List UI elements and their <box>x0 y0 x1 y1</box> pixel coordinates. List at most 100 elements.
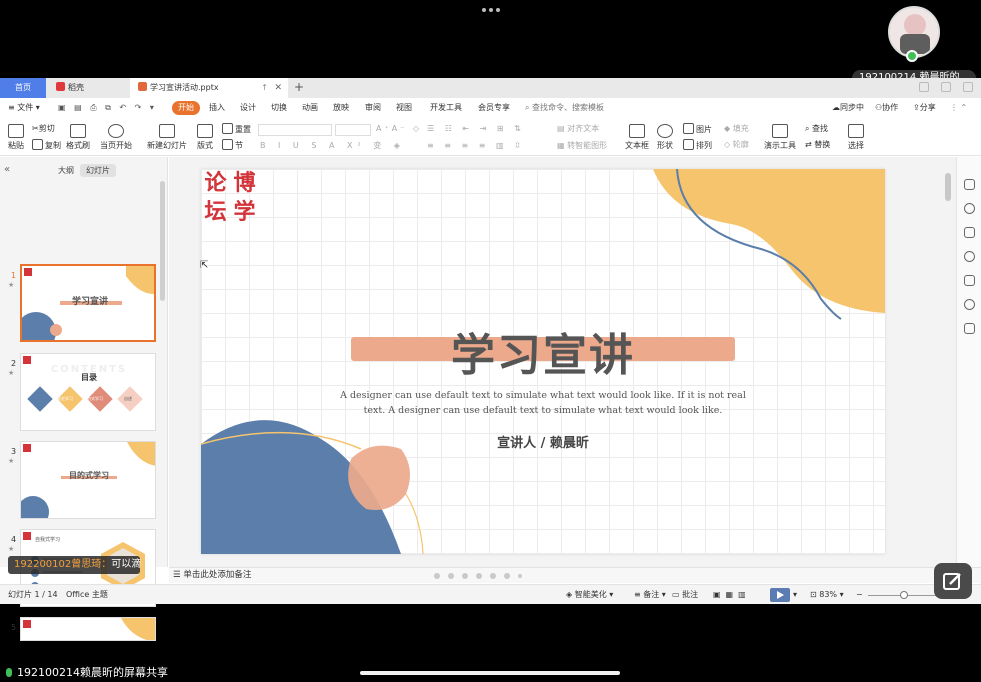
smart-graphic-button[interactable]: ▦ 转智能图形 <box>557 140 607 152</box>
zoom-control[interactable]: ⊡ 83% ▾ <box>810 589 844 601</box>
paste-button[interactable]: 粘贴 <box>8 124 24 152</box>
notes-toggle-button[interactable]: ≡ 备注 ▾ <box>634 589 666 601</box>
book-icon[interactable] <box>964 323 975 334</box>
share-button[interactable]: ⇪分享 <box>913 101 936 115</box>
tab-active-document[interactable]: 学习宣讲活动.pptx ↑ ✕ <box>130 78 288 98</box>
arrange-button[interactable]: 排列 <box>683 139 712 152</box>
menu-view[interactable]: 视图 <box>396 101 412 115</box>
collab-button[interactable]: ⚇协作 <box>875 101 898 115</box>
font-family-select[interactable] <box>258 124 332 136</box>
tab-home[interactable]: 首页 <box>0 78 46 98</box>
scissors-icon: ✂ <box>32 124 39 133</box>
mic-icon <box>6 668 12 677</box>
layout-button[interactable]: 版式 <box>197 124 213 152</box>
presentation-tools-button[interactable]: 演示工具 <box>764 124 796 152</box>
layout-icon <box>197 124 213 138</box>
slide-library-icon[interactable] <box>964 227 975 238</box>
play-circle-icon <box>108 124 124 138</box>
more-menu-icon[interactable]: ⋮ ⌃ <box>950 101 967 115</box>
slide-thumbnail-5[interactable] <box>20 617 156 641</box>
thumb-number: 2 <box>11 359 17 368</box>
format-painter-button[interactable]: 格式刷 <box>66 124 90 152</box>
slide-thumbnail-1[interactable]: 学习宣讲 <box>20 264 156 342</box>
font-size-adjust-icons[interactable]: A⁺A⁻ ◇ <box>376 123 422 135</box>
location-icon[interactable] <box>964 299 975 310</box>
canvas-scrollbar-thumb[interactable] <box>945 173 951 201</box>
menu-developer[interactable]: 开发工具 <box>430 101 462 115</box>
textbox-button[interactable]: 文本框 <box>625 124 649 152</box>
comment-button[interactable]: ▭ 批注 <box>672 589 698 601</box>
menu-transition[interactable]: 切换 <box>271 101 287 115</box>
picture-button[interactable]: 图片 <box>683 123 712 136</box>
play-from-current-button[interactable]: 当页开始 <box>100 124 132 152</box>
menu-review[interactable]: 审阅 <box>365 101 381 115</box>
align-text-button[interactable]: ▤ 对齐文本 <box>557 123 599 135</box>
close-tab-icon[interactable]: ✕ <box>274 78 282 98</box>
tab-slides[interactable]: 幻灯片 <box>80 164 116 177</box>
menu-animation[interactable]: 动画 <box>302 101 318 115</box>
slide-presenter[interactable]: 宣讲人 / 赖晨昕 <box>201 432 885 451</box>
animation-icon[interactable] <box>964 203 975 214</box>
slide-thumbnail-3[interactable]: 目的式学习 <box>20 441 156 519</box>
upload-icon[interactable]: ↑ <box>261 78 268 98</box>
backup-icon[interactable] <box>964 275 975 286</box>
replace-button[interactable]: ⇄ 替换 <box>805 139 830 151</box>
zoom-out-icon[interactable]: − <box>856 589 863 601</box>
font-size-select[interactable] <box>335 124 371 136</box>
view-mode-icons[interactable]: ▣▦▥ <box>713 589 751 601</box>
tab-docer[interactable]: 稻壳 <box>48 78 128 98</box>
sync-status[interactable]: ☁同步中 <box>832 101 864 115</box>
select-button[interactable]: 选择 <box>848 124 864 152</box>
slide-body-text[interactable]: A designer can use default text to simul… <box>331 388 755 418</box>
maximize-icon[interactable] <box>963 82 973 92</box>
menu-insert[interactable]: 插入 <box>209 101 225 115</box>
outline-button[interactable]: ◇ 轮廓 <box>724 139 749 151</box>
shape-button[interactable]: 形状 <box>657 124 673 152</box>
text-style-icons[interactable]: B I U S A X² 变 ◈ <box>260 140 405 152</box>
slide-thumbnail-panel: « 大纲 幻灯片 1 ★ 学习宣讲 2 ★ CONTENTS 目录 先驱史学习 … <box>0 157 168 641</box>
menu-member[interactable]: 会员专享 <box>478 101 510 115</box>
notes-placeholder: 单击此处添加备注 <box>183 570 252 580</box>
fill-button[interactable]: ◆ 填充 <box>724 123 749 135</box>
properties-icon[interactable] <box>964 179 975 190</box>
play-options-icon[interactable]: ▾ <box>793 589 797 601</box>
slideshow-play-button[interactable] <box>770 588 790 602</box>
minimize-icon[interactable] <box>941 82 951 92</box>
find-button[interactable]: ⌕ 查找 <box>805 123 828 135</box>
paragraph-align-icons[interactable]: ≡ ≡ ≡ ≡ ▥ ⇳ <box>427 140 525 152</box>
smart-beautify-button[interactable]: ◈ 智能美化 ▾ <box>566 589 613 601</box>
canvas-scrollbar[interactable] <box>945 165 951 551</box>
quick-access-icons[interactable]: ▣ ▤ ⎙ ⧉ ↶ ↷ ▾ <box>58 101 157 115</box>
new-slide-button[interactable]: 新建幻灯片 <box>147 124 187 152</box>
more-options-icon[interactable] <box>482 8 502 14</box>
slide-title[interactable]: 学习宣讲 <box>201 319 885 383</box>
layout-icon[interactable] <box>919 82 929 92</box>
annotate-button[interactable] <box>934 563 972 599</box>
menu-start[interactable]: 开始 <box>172 101 200 115</box>
command-search[interactable]: ⌕ 查找命令、搜索模板 <box>525 101 604 115</box>
collapse-panel-icon[interactable]: « <box>4 164 10 175</box>
thumbnail-scrollbar[interactable] <box>160 181 165 301</box>
beautify-label: 智能美化 ▾ <box>574 590 614 599</box>
help-icon[interactable] <box>964 251 975 262</box>
list-icons[interactable]: ☰ ☷ ⇤ ⇥ ⊞ ⇅ <box>427 123 525 135</box>
slide-thumbnail-2[interactable]: CONTENTS 目录 先驱史学习 目的式学习 自述 <box>20 353 156 431</box>
menu-slideshow[interactable]: 放映 <box>333 101 349 115</box>
new-slide-label: 新建幻灯片 <box>147 141 187 150</box>
comment-label: 批注 <box>682 590 699 599</box>
menu-design[interactable]: 设计 <box>240 101 256 115</box>
home-indicator[interactable] <box>360 671 620 675</box>
right-sidebar <box>956 157 981 567</box>
reset-button[interactable]: 重置 <box>222 123 251 136</box>
chat-bubble[interactable]: 192200102曾思琦：可以滴 <box>8 556 141 574</box>
cut-button[interactable]: ✂剪切 <box>32 123 55 135</box>
tab-outline[interactable]: 大纲 <box>52 164 80 177</box>
current-slide[interactable]: 论 博 坛 学 学习宣讲 A designer can use default … <box>201 169 885 554</box>
add-tab-button[interactable]: + <box>294 78 304 97</box>
notes-bar[interactable]: ☰ 单击此处添加备注 <box>169 567 981 583</box>
section-button[interactable]: 节 <box>222 139 243 152</box>
file-menu[interactable]: ≡ 文件 ▾ <box>8 101 40 115</box>
copy-button[interactable]: 复制 <box>32 139 61 152</box>
zoom-slider-knob[interactable] <box>900 591 908 599</box>
fill-icon: ◆ <box>724 124 733 133</box>
